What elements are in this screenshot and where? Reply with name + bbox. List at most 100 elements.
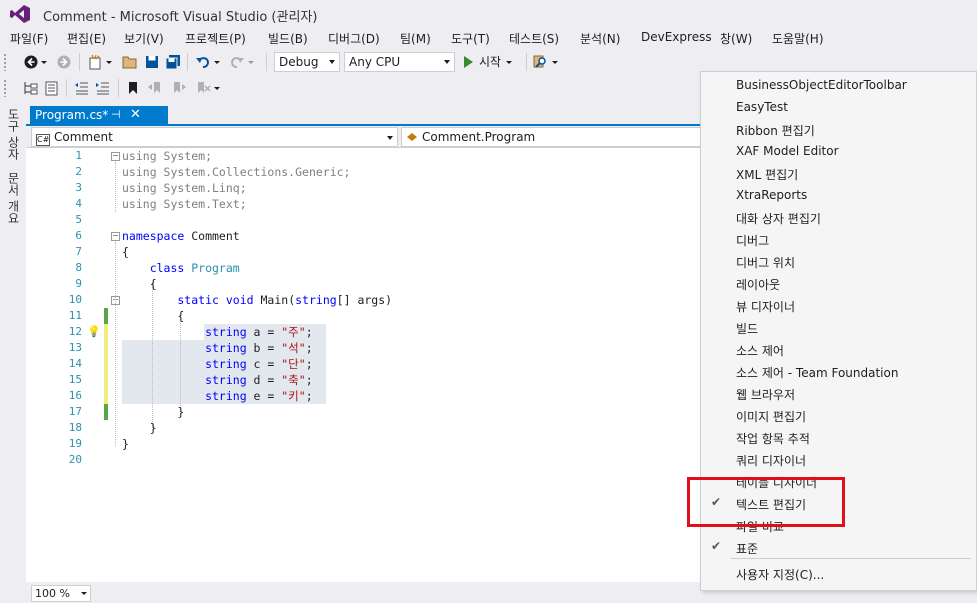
menu-item-customize[interactable]: 사용자 지정(C)... [701,562,976,584]
menu-item-label: XAF Model Editor [736,144,839,158]
save-icon[interactable] [143,53,161,71]
menu-item-label: Ribbon 편집기 [736,124,815,138]
back-dropdown-icon[interactable] [40,53,48,71]
menu-item-toolbar[interactable]: 소스 제어 [701,338,976,360]
code-editor[interactable]: − − − 💡 1 2 3 4 5 6 7 8 9 10 11 12 13 14 15 16 17 18 19 20 … [26,148,700,582]
project-select[interactable]: C# Comment [31,127,398,147]
forward-icon[interactable] [55,53,73,71]
code-token: ; [305,341,313,355]
redo-icon[interactable] [228,53,246,71]
menu-item-toolbar[interactable]: BusinessObjectEditorToolbar [701,74,976,96]
menu-item-label: XtraReports [736,188,808,202]
toolbar-options-icon[interactable] [551,53,559,71]
menu-item-toolbar[interactable]: XML 편집기 [701,162,976,184]
type-select[interactable]: Comment.Program [401,127,700,147]
collapse-toggle[interactable]: − [111,152,120,161]
menu-item-toolbar[interactable]: 소스 제어 - Team Foundation [701,360,976,382]
toolbar-options-icon[interactable] [213,79,221,97]
menu-item-label: 뷰 디자이너 [736,300,796,314]
collapse-toggle[interactable]: − [111,232,120,241]
pin-icon[interactable]: ⊣ [111,108,121,121]
next-bookmark-icon[interactable] [170,79,188,97]
menu-item-toolbar[interactable]: 디버그 [701,228,976,250]
line-number: 11 [68,309,82,322]
chevron-down-icon [81,592,87,595]
menu-item-toolbar[interactable]: 쿼리 디자이너 [701,448,976,470]
menu-project[interactable]: 프로젝트(P) [185,30,246,47]
undo-dropdown-icon[interactable] [213,53,221,71]
display-members-icon[interactable] [22,79,40,97]
menu-item-toolbar[interactable]: EasyTest [701,96,976,118]
menu-item-toolbar[interactable]: 디버그 위치 [701,250,976,272]
code-line: string a = "주"; [122,324,313,340]
window-title: Comment - Microsoft Visual Studio (관리자) [43,10,318,25]
start-dropdown-icon[interactable] [506,61,513,64]
toolbar-separator [79,53,80,71]
menu-team[interactable]: 팀(M) [400,30,431,47]
menu-devexpress[interactable]: DevExpress [641,30,712,44]
menu-file[interactable]: 파일(F) [10,30,48,47]
line-number: 9 [75,277,82,290]
outline-guide [115,162,116,212]
menu-item-toolbar[interactable]: 빌드 [701,316,976,338]
redo-dropdown-icon[interactable] [247,53,255,71]
code-token: } [122,405,185,419]
menu-help[interactable]: 도움말(H) [772,30,824,47]
menu-item-toolbar[interactable]: XtraReports [701,184,976,206]
line-number: 7 [75,245,82,258]
indent-icon[interactable] [94,79,112,97]
bookmark-icon[interactable] [124,79,142,97]
menu-analyze[interactable]: 분석(N) [580,30,620,47]
lightbulb-icon[interactable]: 💡 [87,325,101,338]
clear-bookmarks-icon[interactable] [194,79,212,97]
tab-program-cs[interactable]: Program.cs* ⊣ ✕ [30,106,168,126]
menu-item-toolbar[interactable]: 웹 브라우저 [701,382,976,404]
menu-build[interactable]: 빌드(B) [268,30,308,47]
menu-view[interactable]: 보기(V) [124,30,164,47]
saved-change-marker [104,308,108,324]
menu-test[interactable]: 테스트(S) [509,30,559,47]
save-all-icon[interactable] [164,53,182,71]
zoom-select[interactable]: 100 % [31,585,91,602]
back-icon[interactable] [22,53,40,71]
menu-item-toolbar[interactable]: XAF Model Editor [701,140,976,162]
chevron-down-icon [444,60,450,64]
menu-item-toolbar[interactable]: Ribbon 편집기 [701,118,976,140]
document-outline-tab[interactable]: 문서 개요 [6,172,22,224]
menu-tools[interactable]: 도구(T) [451,30,490,47]
code-token: d = [246,373,282,387]
undo-icon[interactable] [194,53,212,71]
toolbar-grip[interactable] [3,79,7,97]
parameter-info-icon[interactable] [42,79,60,97]
menu-item-label: 빌드 [736,322,759,336]
new-dropdown-icon[interactable] [105,53,113,71]
menu-item-label: 디버그 위치 [736,256,796,270]
toolbox-tab[interactable]: 도구 상자 [6,108,22,160]
find-in-files-icon[interactable] [531,53,549,71]
close-icon[interactable]: ✕ [130,107,141,122]
outdent-icon[interactable] [73,79,91,97]
menu-window[interactable]: 창(W) [720,30,752,47]
menu-item-toolbar[interactable]: 대화 상자 편집기 [701,206,976,228]
toolbar-grip[interactable] [3,53,7,71]
code-token: void [225,293,254,307]
code-token: { [122,309,185,323]
solution-configuration-select[interactable]: Debug [274,52,340,72]
menu-item-toolbar[interactable]: 레이아웃 [701,272,976,294]
toolbar-separator [187,53,188,71]
open-file-icon[interactable] [121,53,139,71]
menu-item-toolbar[interactable]: 이미지 편집기 [701,404,976,426]
solution-platform-select[interactable]: Any CPU [344,52,455,72]
menu-item-toolbar[interactable]: ✔ 표준 [701,536,976,558]
menu-item-toolbar[interactable]: 작업 항목 추적 [701,426,976,448]
menu-edit[interactable]: 편집(E) [67,30,106,47]
code-token: ; [305,357,313,371]
new-project-icon[interactable] [86,53,104,71]
code-line: string b = "석"; [122,340,313,356]
code-token: static [122,293,219,307]
start-debugging-button[interactable]: 시작 [464,53,513,71]
previous-bookmark-icon[interactable] [146,79,164,97]
menu-debug[interactable]: 디버그(D) [328,30,380,47]
menu-item-toolbar[interactable]: 뷰 디자이너 [701,294,976,316]
